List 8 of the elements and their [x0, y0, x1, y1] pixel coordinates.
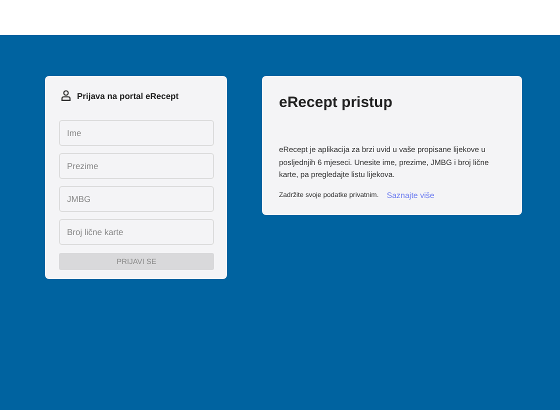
info-title: eRecept pristup [279, 94, 394, 111]
input-field[interactable]: Prezime [59, 153, 214, 179]
user-icon [61, 90, 71, 101]
input-field[interactable]: Broj lične karte [59, 219, 214, 245]
input-field[interactable]: Ime [59, 120, 214, 146]
learn-more-link[interactable]: Saznajte više [386, 190, 434, 200]
login-title: Prijava na portal eRecept [77, 90, 179, 100]
input-field[interactable]: JMBG [59, 186, 214, 212]
